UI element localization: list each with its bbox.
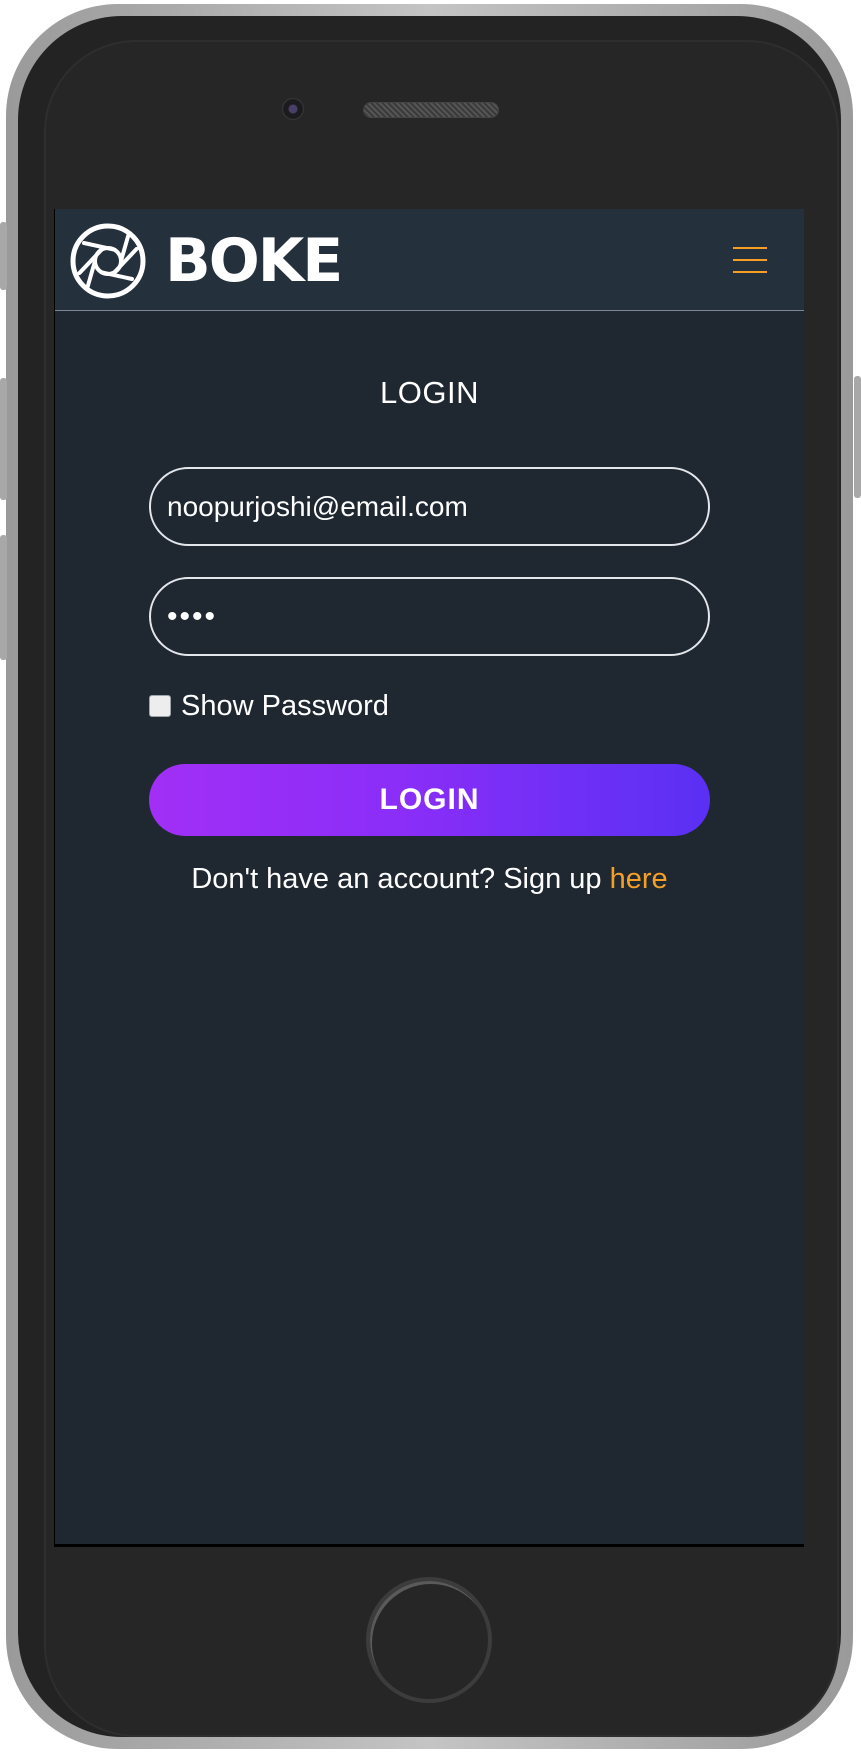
hamburger-line	[733, 247, 767, 249]
mute-switch	[0, 222, 7, 290]
power-button	[854, 376, 861, 498]
signup-prompt: Don't have an account? Sign up here	[55, 863, 804, 896]
brand-logo-text[interactable]: BOKE	[165, 223, 343, 299]
volume-up-button	[0, 378, 7, 500]
navbar: BOKE	[55, 209, 804, 311]
signup-prompt-text: Don't have an account? Sign up	[191, 863, 610, 895]
signup-link[interactable]: here	[610, 863, 668, 895]
login-button[interactable]: LOGIN	[149, 764, 710, 836]
camera-aperture-icon[interactable]	[70, 223, 146, 299]
email-field[interactable]	[149, 467, 710, 546]
front-camera	[282, 98, 304, 120]
show-password-label[interactable]: Show Password	[181, 690, 389, 723]
password-field[interactable]	[149, 577, 710, 656]
hamburger-icon[interactable]	[733, 247, 767, 273]
hamburger-line	[733, 259, 767, 261]
page-title: LOGIN	[380, 375, 479, 410]
show-password-row: Show Password	[149, 686, 389, 726]
app-screen: BOKE LOGIN Show Password LOGIN Don't hav…	[54, 209, 804, 1547]
show-password-checkbox[interactable]	[149, 695, 171, 717]
home-button[interactable]	[366, 1577, 492, 1703]
hamburger-line	[733, 271, 767, 273]
volume-down-button	[0, 535, 7, 660]
earpiece-speaker	[364, 103, 498, 117]
